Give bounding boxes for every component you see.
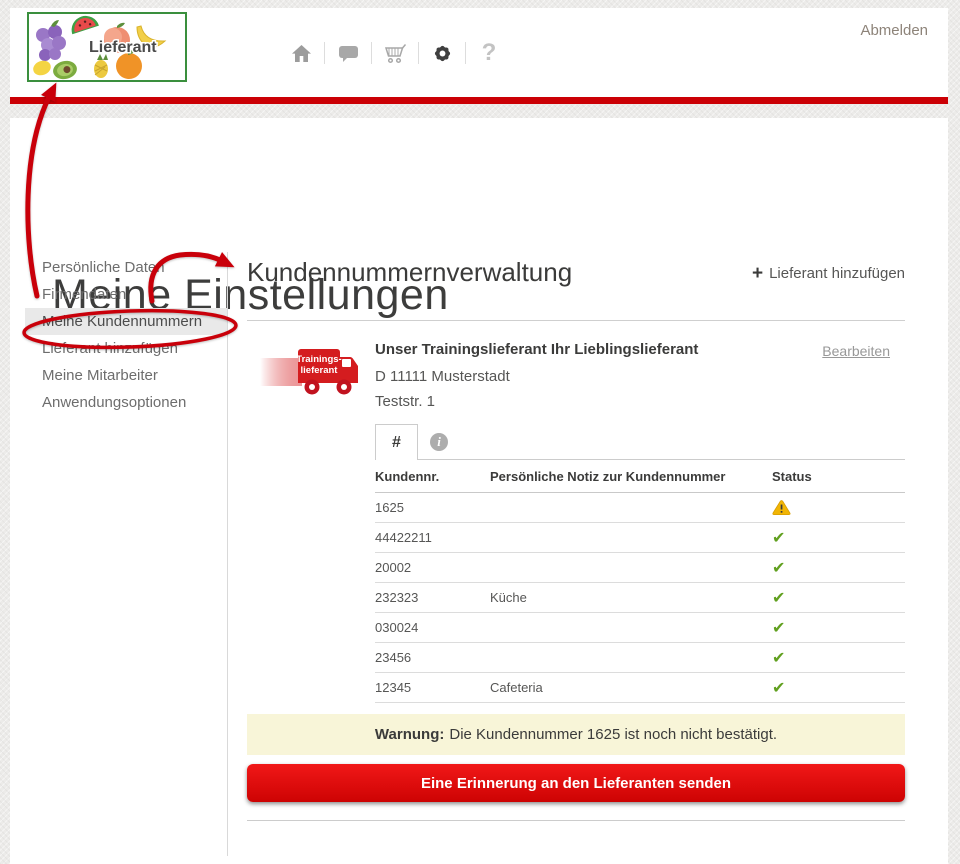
sidebar-item-label: Anwendungsoptionen xyxy=(42,394,187,411)
nav-separator xyxy=(371,42,372,64)
edit-supplier-link[interactable]: Bearbeiten xyxy=(822,343,890,359)
status-cell: ✔ xyxy=(770,678,905,697)
home-icon[interactable] xyxy=(288,40,314,66)
customer-number-cell: 20002 xyxy=(375,560,412,575)
add-supplier-label: Lieferant hinzufügen xyxy=(769,265,905,282)
confirmed-check-icon: ✔ xyxy=(772,588,786,607)
status-cell: ✔ xyxy=(770,558,905,577)
confirmed-check-icon: ✔ xyxy=(772,618,786,637)
sidebar-item[interactable]: Firmendaten xyxy=(25,281,227,308)
plus-icon: + xyxy=(751,263,764,284)
tab-info[interactable]: i xyxy=(430,433,448,451)
nav-separator xyxy=(465,42,466,64)
confirmed-check-icon: ✔ xyxy=(772,558,786,577)
logo[interactable]: Lieferant xyxy=(27,12,187,82)
lemon-icon xyxy=(33,60,51,76)
warning-banner: Warnung: Die Kundennummer 1625 ist noch … xyxy=(247,714,905,755)
pineapple-icon xyxy=(94,54,108,78)
status-cell: ✔ xyxy=(770,618,905,637)
avocado-icon xyxy=(53,60,77,80)
confirmed-check-icon: ✔ xyxy=(772,528,786,547)
sidebar-item[interactable]: Lieferant hinzufügen xyxy=(25,335,227,362)
supplier-name: Unser Trainingslieferant Ihr Lieblingsli… xyxy=(375,341,699,358)
logout-link[interactable]: Abmelden xyxy=(860,22,928,39)
sidebar-item[interactable]: Meine Mitarbeiter xyxy=(25,362,227,389)
supplier-info: Unser Trainingslieferant Ihr Lieblingsli… xyxy=(375,341,795,414)
sidebar-divider xyxy=(227,252,228,856)
send-reminder-button[interactable]: Eine Erinnerung an den Lieferanten sende… xyxy=(247,764,905,802)
table-row[interactable]: 232323 Küche ✔ xyxy=(375,583,905,613)
chat-icon[interactable] xyxy=(335,40,361,66)
status-cell: ✔ xyxy=(770,528,905,547)
status-cell: ✔ xyxy=(770,499,905,516)
supplier-street: Teststr. 1 xyxy=(375,393,436,410)
table-row[interactable]: 23456 ✔ xyxy=(375,643,905,673)
nav-separator xyxy=(418,42,419,64)
customer-number-cell: 1625 xyxy=(375,500,404,515)
sidebar-item-label: Meine Mitarbeiter xyxy=(42,367,158,384)
settings-sidebar: Persönliche Daten Firmendaten Meine Kunden… xyxy=(25,254,227,416)
column-header-note: Persönliche Notiz zur Kundennummer xyxy=(490,468,726,484)
header: Lieferant ? Abmelden xyxy=(10,8,948,97)
nav-separator xyxy=(324,42,325,64)
customer-number-cell: 23456 xyxy=(375,650,412,665)
status-cell: ✔ xyxy=(770,648,905,667)
tab-customer-numbers[interactable]: # xyxy=(375,424,418,460)
page: Lieferant ? Abmelden Meine Einstellungen… xyxy=(0,0,960,864)
header-accent-bar xyxy=(10,97,948,104)
customer-number-cell: 12345 xyxy=(375,680,412,695)
sidebar-item-label: Lieferant hinzufügen xyxy=(42,340,178,357)
settings-icon[interactable] xyxy=(429,40,455,66)
note-cell: Küche xyxy=(490,590,527,605)
info-icon: i xyxy=(437,434,441,449)
table-row[interactable]: 44422211 ✔ xyxy=(375,523,905,553)
column-header-status: Status xyxy=(772,468,812,484)
tab-bottom-border xyxy=(375,459,905,460)
grapes-icon xyxy=(36,20,66,61)
sidebar-item[interactable]: Persönliche Daten xyxy=(25,254,227,281)
table-row[interactable]: 20002 ✔ xyxy=(375,553,905,583)
header-nav: ? xyxy=(288,38,502,68)
sidebar-item[interactable]: Meine Kundennummern xyxy=(25,308,227,335)
add-supplier-link[interactable]: + Lieferant hinzufügen xyxy=(752,264,905,283)
fruit-logo-image: Lieferant xyxy=(33,15,167,80)
help-icon[interactable]: ? xyxy=(476,40,502,66)
watermelon-icon xyxy=(71,15,99,35)
confirmed-check-icon: ✔ xyxy=(772,648,786,667)
sidebar-item-label: Firmendaten xyxy=(42,286,127,303)
truck-icon: Trainings- lieferant xyxy=(260,349,358,395)
bottom-divider xyxy=(247,820,905,821)
table-row[interactable]: 030024 ✔ xyxy=(375,613,905,643)
customer-number-cell: 44422211 xyxy=(375,530,432,545)
warning-text: Die Kundennummer 1625 ist noch nicht bes… xyxy=(449,726,778,743)
customer-number-cell: 232323 xyxy=(375,590,419,605)
customer-numbers-table: Kundennr. Persönliche Notiz zur Kundennu… xyxy=(375,460,905,703)
warning-triangle-icon xyxy=(772,499,905,516)
warning-label: Warnung: xyxy=(374,726,445,743)
supplier-logo: Trainings- lieferant xyxy=(260,346,364,400)
note-cell: Cafeteria xyxy=(490,680,543,695)
table-row[interactable]: 12345 Cafeteria ✔ xyxy=(375,673,905,703)
sidebar-item[interactable]: Anwendungsoptionen xyxy=(25,389,227,416)
status-cell: ✔ xyxy=(770,588,905,607)
svg-text:Trainings-: Trainings- xyxy=(296,354,341,365)
svg-text:lieferant: lieferant xyxy=(301,365,339,376)
table-header-row: Kundennr. Persönliche Notiz zur Kundennu… xyxy=(375,460,905,493)
cart-icon[interactable] xyxy=(382,40,408,66)
section-divider xyxy=(247,320,905,321)
supplier-city: D 11111 Musterstadt xyxy=(375,368,510,385)
confirmed-check-icon: ✔ xyxy=(772,678,786,697)
section-heading: Kundennummernverwaltung xyxy=(247,257,573,287)
table-row[interactable]: 1625 ✔ xyxy=(375,493,905,523)
column-header-number: Kundennr. xyxy=(375,468,440,484)
logo-text: Lieferant xyxy=(89,39,157,56)
sidebar-item-label: Meine Kundennummern xyxy=(42,313,203,330)
customer-number-cell: 030024 xyxy=(375,620,419,635)
sidebar-item-label: Persönliche Daten xyxy=(42,259,165,276)
